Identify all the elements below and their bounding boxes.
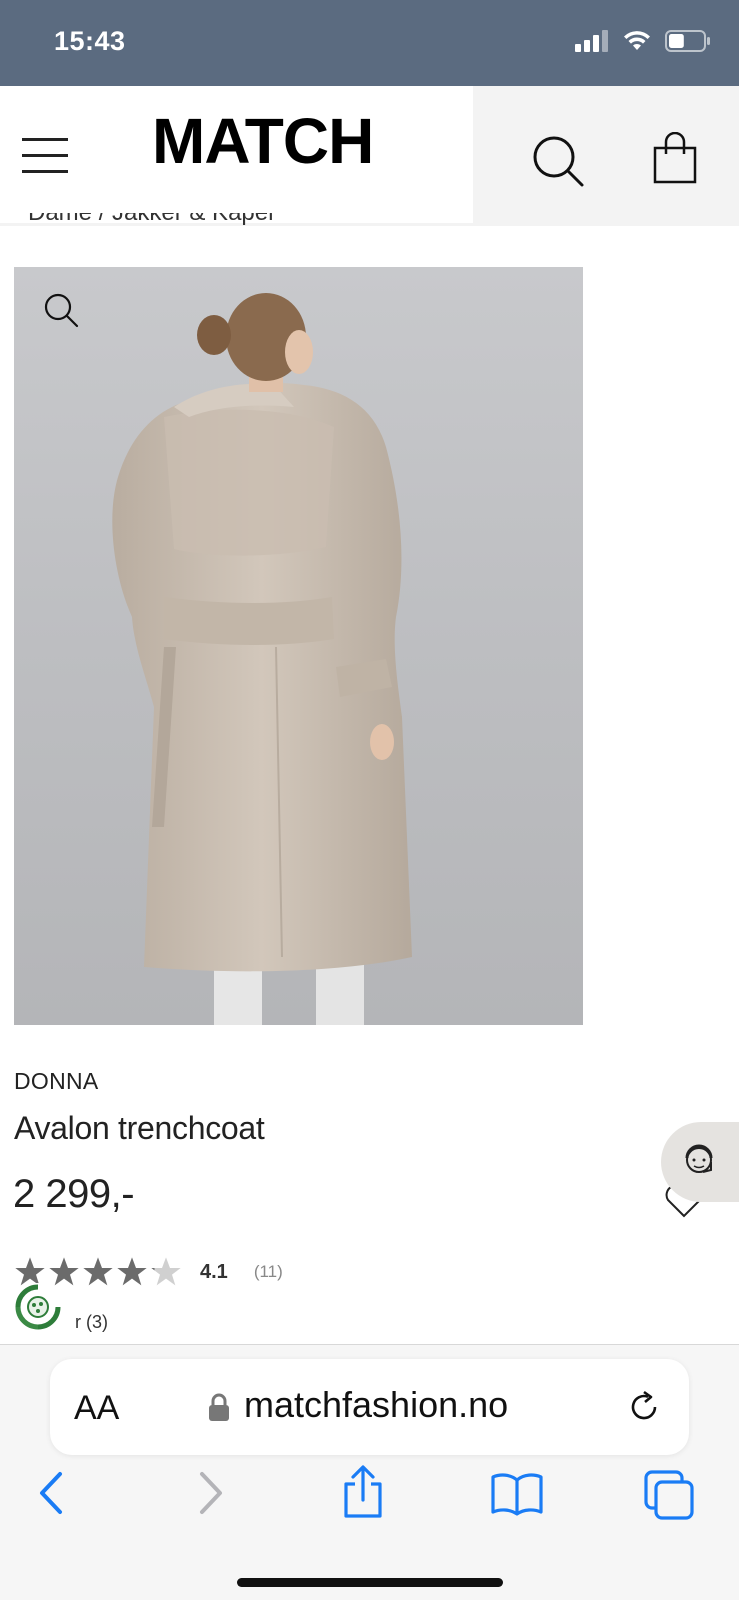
status-bar: 15:43 [0,0,739,86]
eco-label-text[interactable]: r (3) [75,1312,108,1333]
site-logo[interactable]: MATCH [152,104,374,178]
back-icon[interactable] [36,1470,66,1516]
status-icons [575,30,711,52]
customer-service-button[interactable] [661,1122,739,1202]
rating-star-icon [83,1257,113,1286]
rating-value: 4.1 [200,1260,228,1283]
sustainability-badge-icon[interactable] [12,1281,64,1333]
rating-star-icon [151,1257,181,1286]
text-size-button[interactable]: AA [74,1389,119,1428]
wifi-icon [624,31,650,50]
rating-count: (11) [253,1262,283,1281]
rating-star-icon [117,1257,147,1286]
search-icon[interactable] [530,133,586,189]
home-indicator [237,1578,503,1587]
share-icon[interactable] [340,1464,386,1520]
browser-toolbar [0,1465,739,1540]
status-time: 15:43 [54,26,126,56]
browser-bottom-bar: AA matchfashion.no [0,1345,739,1600]
header-left: MATCH [0,86,473,223]
url-text[interactable]: matchfashion.no [244,1384,508,1426]
tabs-icon[interactable] [644,1470,696,1520]
bookmarks-icon[interactable] [490,1470,544,1516]
product-name: Avalon trenchcoat [14,1110,265,1146]
cellular-signal-icon [575,30,608,52]
battery-icon [665,30,710,52]
address-bar[interactable]: AA matchfashion.no [50,1359,689,1455]
shopping-bag-icon[interactable] [652,132,698,184]
menu-icon[interactable] [22,138,68,174]
breadcrumb[interactable]: Dame / Jakker & Kåper [28,213,276,235]
product-image[interactable] [14,267,583,1025]
product-price: 2 299,- [13,1172,135,1216]
lock-icon [209,1393,229,1421]
zoom-icon[interactable] [44,293,80,329]
forward-icon[interactable] [196,1470,226,1516]
reload-icon[interactable] [626,1389,662,1425]
support-agent-icon [685,1144,713,1173]
trenchcoat-photo [112,293,413,1025]
site-header: MATCH [0,86,739,226]
product-brand[interactable]: DONNA [14,1068,99,1095]
